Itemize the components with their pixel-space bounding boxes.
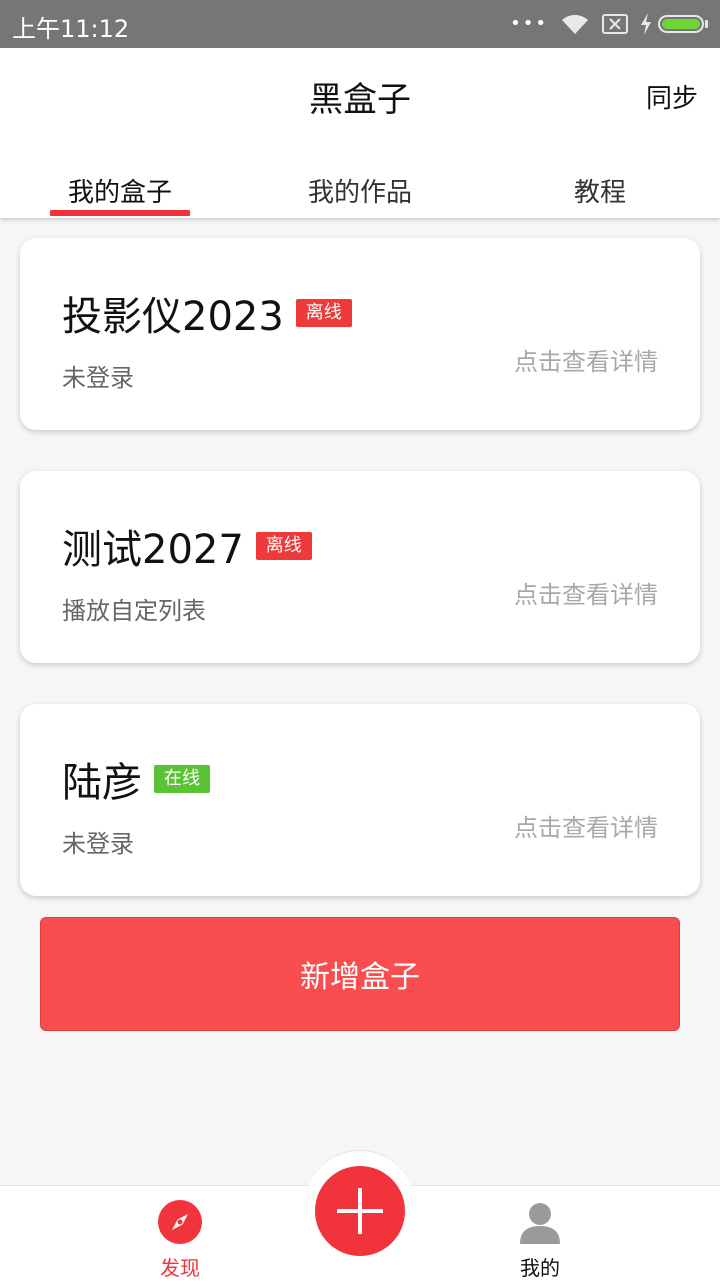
status-badge: 在线	[154, 765, 210, 793]
box-card[interactable]: 陆彦 在线 未登录 点击查看详情	[20, 704, 700, 896]
nav-mine-label: 我的	[520, 1256, 560, 1280]
plus-icon	[337, 1188, 383, 1234]
page-title: 黑盒子	[309, 80, 411, 120]
status-time: 上午11:12	[12, 15, 130, 43]
box-name: 陆彦	[62, 760, 142, 806]
status-badge: 离线	[255, 532, 312, 560]
add-fab-button[interactable]	[315, 1166, 405, 1256]
view-details-link[interactable]: 点击查看详情	[514, 575, 658, 610]
battery-icon	[658, 15, 704, 33]
view-details-link[interactable]: 点击查看详情	[514, 808, 658, 843]
tab-my-boxes[interactable]: 我的盒子	[30, 172, 210, 209]
box-card[interactable]: 投影仪2023 离线 未登录 点击查看详情	[20, 238, 700, 430]
status-badge: 离线	[295, 299, 352, 327]
app-header: 黑盒子 同步 我的盒子 我的作品 教程	[0, 48, 720, 218]
sim-x-icon	[602, 14, 628, 34]
tab-bar: 我的盒子 我的作品 教程	[0, 166, 720, 218]
status-bar: 上午11:12 •••	[0, 0, 720, 48]
nav-mine[interactable]: 我的	[480, 1200, 600, 1281]
box-subtitle: 未登录	[62, 364, 134, 392]
charging-icon	[641, 13, 651, 35]
tab-tutorial[interactable]: 教程	[510, 172, 690, 209]
nav-discover[interactable]: 发现	[120, 1200, 240, 1281]
active-tab-indicator	[50, 210, 190, 216]
user-icon	[520, 1203, 560, 1244]
box-subtitle: 播放自定列表	[62, 597, 206, 625]
wifi-icon	[562, 14, 588, 34]
view-details-link[interactable]: 点击查看详情	[514, 342, 658, 377]
add-box-button[interactable]: 新增盒子	[40, 917, 680, 1031]
sync-button[interactable]: 同步	[646, 78, 698, 115]
nav-discover-label: 发现	[160, 1256, 200, 1280]
battery-indicator	[640, 13, 708, 35]
box-subtitle: 未登录	[62, 830, 134, 858]
box-name: 测试2027	[62, 527, 244, 573]
more-dots-icon: •••	[510, 13, 548, 34]
status-icons: •••	[510, 10, 708, 38]
box-card[interactable]: 测试2027 离线 播放自定列表 点击查看详情	[20, 471, 700, 663]
box-name: 投影仪2023	[62, 294, 284, 340]
compass-icon	[158, 1200, 202, 1244]
tab-my-works[interactable]: 我的作品	[270, 172, 450, 209]
